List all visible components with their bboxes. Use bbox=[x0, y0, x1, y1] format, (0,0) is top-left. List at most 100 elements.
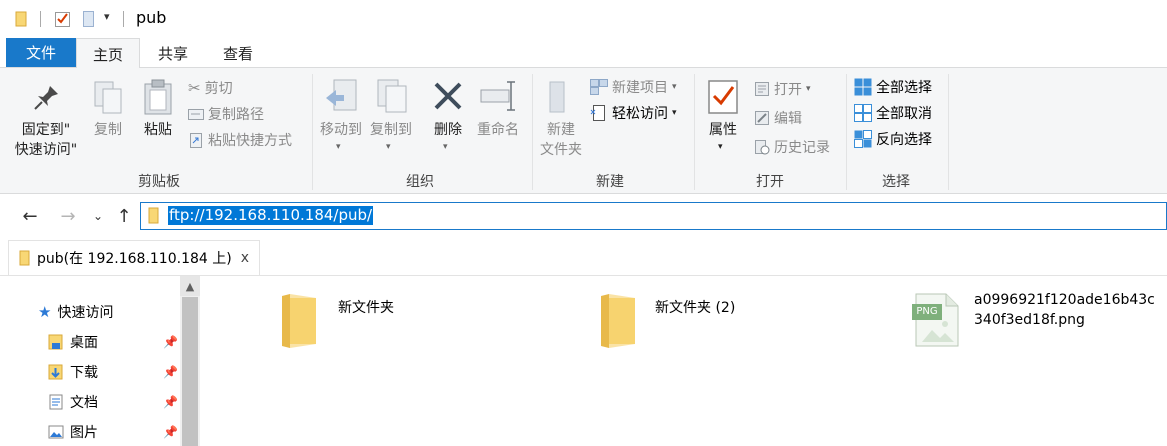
nav-item-label: 图片 bbox=[70, 425, 98, 441]
tab-file[interactable]: 文件 bbox=[6, 38, 76, 67]
easy-access-label: 轻松访问 bbox=[612, 106, 668, 122]
file-item[interactable]: 新文件夹 (2) bbox=[597, 292, 777, 352]
group-separator bbox=[312, 74, 313, 190]
new-item-button[interactable]: 新建项目 ▾ bbox=[590, 76, 677, 98]
easy-access-caret: ▾ bbox=[672, 108, 677, 118]
nav-item-label: 下载 bbox=[70, 365, 98, 381]
address-folder-icon bbox=[148, 207, 159, 224]
scroll-up-icon[interactable]: ▲ bbox=[180, 276, 200, 296]
scissors-icon: ✂ bbox=[188, 79, 201, 97]
scrollbar-thumb[interactable] bbox=[182, 297, 198, 446]
properties-button[interactable]: 属性 ▾ bbox=[700, 76, 746, 166]
folder-icon bbox=[601, 294, 635, 348]
paste-clipboard-icon bbox=[144, 79, 172, 115]
downloads-folder-icon bbox=[48, 364, 63, 380]
easy-access-button[interactable]: 轻松访问 ▾ bbox=[590, 102, 677, 124]
group-separator bbox=[846, 74, 847, 190]
rename-button[interactable]: 重命名 bbox=[472, 76, 524, 166]
rename-label: 重命名 bbox=[477, 122, 519, 138]
cut-label: 剪切 bbox=[204, 81, 233, 97]
open-group-label: 打开 bbox=[756, 174, 784, 190]
properties-caret: ▾ bbox=[718, 142, 723, 152]
edit-icon bbox=[755, 111, 769, 125]
tab-home[interactable]: 主页 bbox=[76, 38, 140, 69]
paste-label: 粘贴 bbox=[144, 122, 172, 138]
copy-icon bbox=[94, 81, 122, 114]
paste-shortcut-icon bbox=[190, 133, 202, 148]
delete-x-icon bbox=[434, 82, 462, 110]
copy-button[interactable]: 复制 bbox=[88, 76, 128, 166]
paste-shortcut-label: 粘贴快捷方式 bbox=[208, 133, 292, 149]
select-all-button[interactable]: 全部选择 bbox=[854, 76, 932, 98]
pin-label-line1: 固定到" bbox=[21, 122, 71, 138]
new-folder-qat-icon[interactable] bbox=[82, 10, 96, 28]
recent-locations-chevron-icon[interactable]: ⌄ bbox=[88, 203, 108, 229]
copy-path-button[interactable]: 复制路径 bbox=[188, 103, 264, 125]
rename-icon bbox=[480, 81, 515, 111]
folder-icon bbox=[15, 11, 27, 27]
nav-item-label: 文档 bbox=[70, 395, 98, 411]
select-none-icon bbox=[854, 104, 872, 122]
png-badge: PNG bbox=[916, 306, 938, 317]
group-separator bbox=[532, 74, 533, 190]
invert-selection-button[interactable]: 反向选择 bbox=[854, 128, 932, 150]
new-item-icon bbox=[590, 79, 608, 95]
qat-customize-caret[interactable]: ▾ bbox=[104, 10, 110, 23]
pinned-icon: 📌 bbox=[163, 425, 178, 439]
tab-view[interactable]: 查看 bbox=[206, 38, 270, 68]
star-icon: ★ bbox=[38, 303, 52, 321]
tab-folder-icon bbox=[19, 250, 30, 266]
edit-button[interactable]: 编辑 bbox=[754, 107, 802, 129]
open-caret: ▾ bbox=[806, 84, 811, 94]
pin-label-line2: 快速访问" bbox=[14, 142, 78, 158]
move-to-label: 移动到 bbox=[320, 122, 362, 138]
nav-item-downloads[interactable]: 下载 📌 bbox=[48, 357, 178, 387]
new-folder-icon bbox=[549, 81, 565, 113]
properties-qat-icon[interactable] bbox=[54, 10, 72, 28]
file-name: 新文件夹 bbox=[338, 300, 394, 316]
new-folder-label-line1: 新建 bbox=[547, 122, 575, 138]
copy-to-icon bbox=[377, 79, 407, 113]
move-to-button[interactable]: 移动到 ▾ bbox=[316, 76, 366, 166]
file-item[interactable]: PNG a0996921f120ade16b43c 340f3ed18f.png bbox=[906, 290, 1164, 352]
open-icon bbox=[755, 82, 769, 96]
folder-tab[interactable]: pub(在 192.168.110.184 上) x bbox=[8, 240, 260, 275]
copy-to-button[interactable]: 复制到 ▾ bbox=[366, 76, 416, 166]
pictures-icon bbox=[48, 425, 64, 439]
paste-shortcut-button[interactable]: 粘贴快捷方式 bbox=[188, 129, 292, 151]
file-name-line1: a0996921f120ade16b43c bbox=[974, 292, 1155, 308]
file-name-line2: 340f3ed18f.png bbox=[974, 312, 1085, 328]
copy-path-label: 复制路径 bbox=[208, 107, 264, 123]
properties-label: 属性 bbox=[709, 122, 737, 138]
new-folder-button[interactable]: 新建 文件夹 bbox=[534, 76, 588, 166]
address-path-text[interactable]: ftp://192.168.110.184/pub/ bbox=[168, 206, 374, 225]
folder-icon bbox=[282, 294, 316, 348]
delete-label: 删除 bbox=[434, 122, 462, 138]
title-bar bbox=[0, 0, 1167, 38]
open-button[interactable]: 打开 ▾ bbox=[754, 78, 811, 100]
paste-button[interactable]: 粘贴 bbox=[138, 76, 178, 166]
select-none-button[interactable]: 全部取消 bbox=[854, 102, 932, 124]
tab-share[interactable]: 共享 bbox=[142, 38, 204, 68]
organize-group-label: 组织 bbox=[406, 174, 434, 190]
file-item[interactable]: 新文件夹 bbox=[278, 292, 438, 352]
delete-button[interactable]: 删除 ▾ bbox=[428, 76, 468, 166]
pin-icon bbox=[34, 86, 58, 110]
nav-item-desktop[interactable]: 桌面 📌 bbox=[48, 327, 178, 357]
png-file-icon bbox=[912, 293, 959, 347]
copy-label: 复制 bbox=[94, 122, 122, 138]
up-arrow-icon[interactable]: ↑ bbox=[112, 203, 136, 229]
cut-button[interactable]: ✂ 剪切 bbox=[188, 77, 233, 99]
history-button[interactable]: 历史记录 bbox=[754, 136, 830, 158]
pinned-icon: 📌 bbox=[163, 335, 178, 349]
nav-quick-access[interactable]: ★ 快速访问 bbox=[38, 297, 113, 327]
copy-to-label: 复制到 bbox=[370, 122, 412, 138]
close-tab-icon[interactable]: x bbox=[241, 250, 249, 266]
nav-item-pictures[interactable]: 图片 📌 bbox=[48, 417, 178, 446]
forward-arrow-icon[interactable]: → bbox=[54, 203, 82, 229]
edit-label: 编辑 bbox=[774, 111, 802, 127]
nav-item-documents[interactable]: 文档 📌 bbox=[48, 387, 178, 417]
back-arrow-icon[interactable]: ← bbox=[16, 203, 44, 229]
open-label: 打开 bbox=[774, 82, 802, 98]
pin-to-quick-access-button[interactable]: 固定到" 快速访问" bbox=[6, 76, 86, 166]
